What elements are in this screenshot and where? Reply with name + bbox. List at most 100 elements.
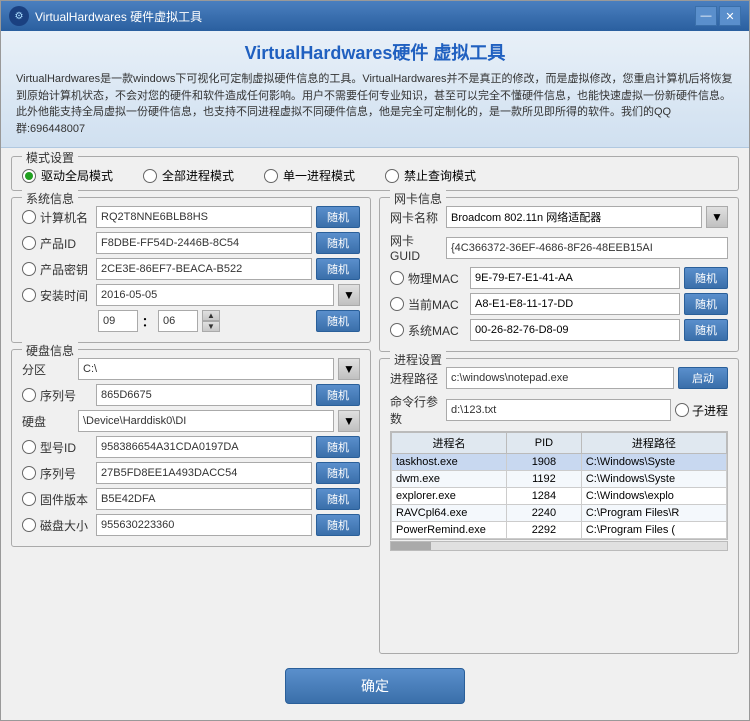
procinfo-label: 进程设置 <box>390 351 446 368</box>
sys-mac-radio[interactable] <box>390 323 404 337</box>
table-row[interactable]: RAVCpl64.exe 2240 C:\Program Files\R <box>392 505 727 522</box>
proc-table-scrollbar[interactable] <box>390 541 728 551</box>
time-rand-btn[interactable]: 随机 <box>316 310 360 332</box>
disk-label: 硬盘 <box>22 413 74 430</box>
proc-path-cell: C:\Program Files\R <box>581 505 726 522</box>
model-input[interactable] <box>96 436 312 458</box>
table-row[interactable]: explorer.exe 1284 C:\Windows\explo <box>392 488 727 505</box>
time-spin-up[interactable]: ▲ <box>202 310 220 321</box>
phys-mac-radio[interactable] <box>390 271 404 285</box>
disksize-input[interactable] <box>96 514 312 536</box>
nic-guid-input[interactable] <box>446 237 728 259</box>
disk-dropdown[interactable]: ▼ <box>338 410 360 432</box>
table-row[interactable]: dwm.exe 1192 C:\Windows\Syste <box>392 471 727 488</box>
proc-args-input[interactable] <box>446 399 671 421</box>
mode-global-radio[interactable] <box>22 169 36 183</box>
nic-name-input[interactable] <box>446 206 702 228</box>
two-col-layout: 系统信息 计算机名 随机 产品ID 随机 <box>11 197 739 654</box>
mode-noquery-radio[interactable] <box>385 169 399 183</box>
computer-name-rand-btn[interactable]: 随机 <box>316 206 360 228</box>
sys-mac-rand-btn[interactable]: 随机 <box>684 319 728 341</box>
disk-input[interactable] <box>78 410 334 432</box>
subprocess-option[interactable]: 子进程 <box>675 402 728 419</box>
proc-path-cell: C:\Windows\Syste <box>581 471 726 488</box>
table-row[interactable]: PowerRemind.exe 2292 C:\Program Files ( <box>392 522 727 539</box>
mode-singleproc-radio[interactable] <box>264 169 278 183</box>
product-id-rand-btn[interactable]: 随机 <box>316 232 360 254</box>
nic-name-label: 网卡名称 <box>390 209 442 226</box>
minimize-button[interactable]: — <box>695 6 717 26</box>
cur-mac-input[interactable] <box>470 293 680 315</box>
install-time-row: 安装时间 ▼ <box>22 284 360 306</box>
table-row[interactable]: taskhost.exe 1908 C:\Windows\Syste <box>392 454 727 471</box>
proc-name-cell: dwm.exe <box>392 471 507 488</box>
window-title: VirtualHardwares 硬件虚拟工具 <box>35 8 695 25</box>
mode-allproc[interactable]: 全部进程模式 <box>143 167 234 184</box>
mode-noquery-label: 禁止查询模式 <box>404 167 476 184</box>
product-id-radio[interactable] <box>22 236 36 250</box>
disk-serial-input[interactable] <box>96 384 312 406</box>
mode-global-label: 驱动全局模式 <box>41 167 113 184</box>
proc-args-label: 命令行参数 <box>390 393 442 427</box>
firmware-radio[interactable] <box>22 492 36 506</box>
firmware-row: 固件版本 随机 <box>22 488 360 510</box>
nicinfo-label: 网卡信息 <box>390 190 446 207</box>
sys-mac-input[interactable] <box>470 319 680 341</box>
disk-serial2-input[interactable] <box>96 462 312 484</box>
cur-mac-radio[interactable] <box>390 297 404 311</box>
phys-mac-input[interactable] <box>470 267 680 289</box>
nic-dropdown-btn[interactable]: ▼ <box>706 206 728 228</box>
product-key-radio[interactable] <box>22 262 36 276</box>
cur-mac-rand-btn[interactable]: 随机 <box>684 293 728 315</box>
nic-guid-label: 网卡GUID <box>390 232 442 263</box>
subprocess-radio[interactable] <box>675 403 689 417</box>
disksize-radio[interactable] <box>22 518 36 532</box>
product-key-input[interactable] <box>96 258 312 280</box>
disk-serial-rand-btn[interactable]: 随机 <box>316 384 360 406</box>
proc-start-btn[interactable]: 启动 <box>678 367 728 389</box>
disksize-rand-btn[interactable]: 随机 <box>316 514 360 536</box>
time-spin-down[interactable]: ▼ <box>202 321 220 332</box>
mode-singleproc[interactable]: 单一进程模式 <box>264 167 355 184</box>
firmware-input[interactable] <box>96 488 312 510</box>
close-button[interactable]: ✕ <box>719 6 741 26</box>
time-hour-input[interactable] <box>98 310 138 332</box>
date-dropdown-arrow[interactable]: ▼ <box>338 284 360 306</box>
phys-mac-rand-btn[interactable]: 随机 <box>684 267 728 289</box>
confirm-button[interactable]: 确定 <box>285 668 465 704</box>
disk-serial2-radio[interactable] <box>22 466 36 480</box>
product-id-input[interactable] <box>96 232 312 254</box>
computer-name-radio[interactable] <box>22 210 36 224</box>
disk-serial-radio[interactable] <box>22 388 36 402</box>
mode-allproc-radio[interactable] <box>143 169 157 183</box>
nicinfo-section: 网卡信息 网卡名称 ▼ 网卡GUID 物理MAC 随机 <box>379 197 739 352</box>
computer-name-input[interactable] <box>96 206 312 228</box>
partition-row: 分区 ▼ <box>22 358 360 380</box>
install-time-radio[interactable] <box>22 288 36 302</box>
proc-name-cell: PowerRemind.exe <box>392 522 507 539</box>
proc-pid-cell: 2292 <box>507 522 582 539</box>
proc-path-cell: C:\Windows\Syste <box>581 454 726 471</box>
proc-path-cell: C:\Windows\explo <box>581 488 726 505</box>
banner-desc: VirtualHardwares是一款windows下可视化可定制虚拟硬件信息的… <box>16 71 734 137</box>
mode-section: 模式设置 驱动全局模式 全部进程模式 单一进程模式 禁止查询模式 <box>11 156 739 191</box>
sys-mac-label: 系统MAC <box>408 322 466 339</box>
firmware-rand-btn[interactable]: 随机 <box>316 488 360 510</box>
phys-mac-label: 物理MAC <box>408 270 466 287</box>
model-radio[interactable] <box>22 440 36 454</box>
partition-input[interactable] <box>78 358 334 380</box>
diskinfo-label: 硬盘信息 <box>22 342 78 359</box>
partition-dropdown[interactable]: ▼ <box>338 358 360 380</box>
proc-col-name: 进程名 <box>392 433 507 454</box>
mode-global[interactable]: 驱动全局模式 <box>22 167 113 184</box>
product-key-rand-btn[interactable]: 随机 <box>316 258 360 280</box>
proc-name-cell: taskhost.exe <box>392 454 507 471</box>
proc-path-input[interactable] <box>446 367 674 389</box>
proc-pid-cell: 1908 <box>507 454 582 471</box>
time-min-input[interactable] <box>158 310 198 332</box>
install-date-input[interactable] <box>96 284 334 306</box>
model-rand-btn[interactable]: 随机 <box>316 436 360 458</box>
disk-serial2-rand-btn[interactable]: 随机 <box>316 462 360 484</box>
mode-noquery[interactable]: 禁止查询模式 <box>385 167 476 184</box>
disksize-row: 磁盘大小 随机 <box>22 514 360 536</box>
